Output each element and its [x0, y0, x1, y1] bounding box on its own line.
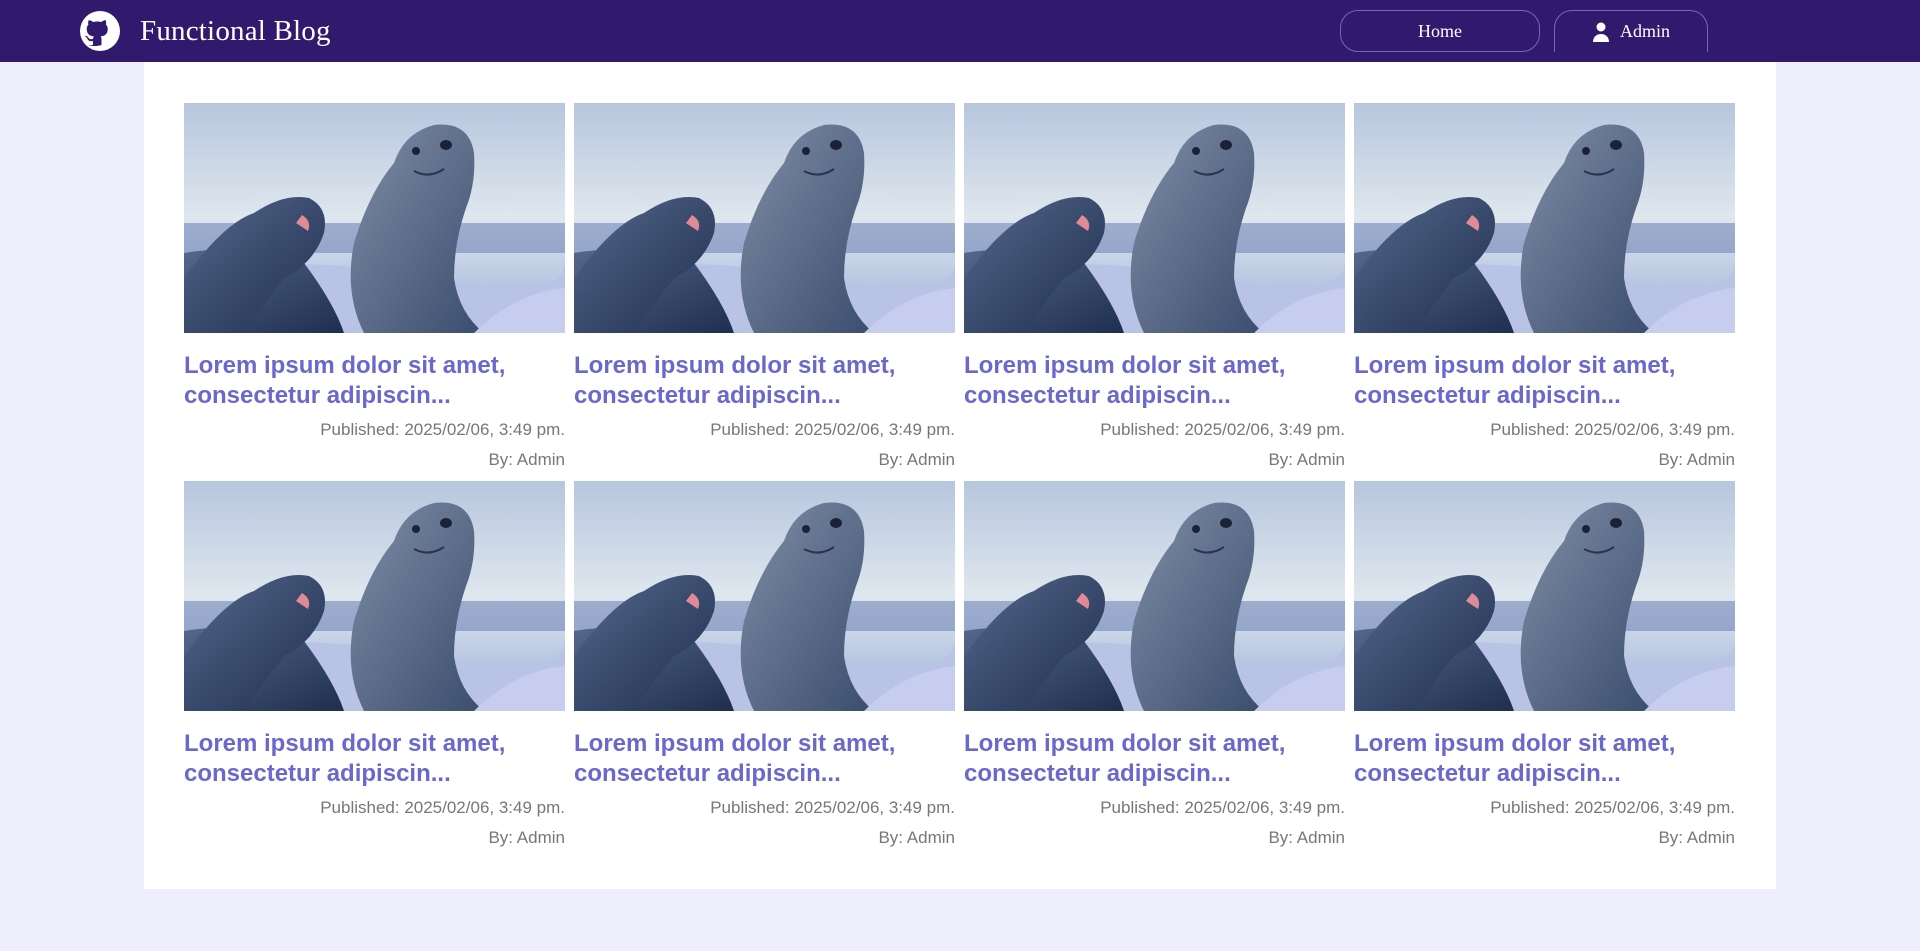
post-title[interactable]: Lorem ipsum dolor sit amet, consectetur … — [184, 729, 565, 789]
post-title[interactable]: Lorem ipsum dolor sit amet, consectetur … — [184, 351, 565, 411]
posts-grid: Lorem ipsum dolor sit amet, consectetur … — [184, 103, 1736, 848]
nav-admin-button[interactable]: Admin — [1554, 10, 1708, 52]
post-published: Published: 2025/02/06, 3:49 pm. — [1490, 420, 1735, 439]
post-author: By: Admin — [488, 828, 565, 847]
post-published: Published: 2025/02/06, 3:49 pm. — [710, 420, 955, 439]
post-title[interactable]: Lorem ipsum dolor sit amet, consectetur … — [1354, 351, 1735, 411]
post-author: By: Admin — [878, 450, 955, 469]
post-card[interactable]: Lorem ipsum dolor sit amet, consectetur … — [964, 103, 1345, 470]
post-thumbnail[interactable] — [184, 481, 565, 711]
post-thumbnail[interactable] — [1354, 103, 1735, 333]
post-title[interactable]: Lorem ipsum dolor sit amet, consectetur … — [1354, 729, 1735, 789]
post-title[interactable]: Lorem ipsum dolor sit amet, consectetur … — [574, 351, 955, 411]
nav-home-button[interactable]: Home — [1340, 10, 1540, 52]
post-published: Published: 2025/02/06, 3:49 pm. — [320, 420, 565, 439]
post-published: Published: 2025/02/06, 3:49 pm. — [710, 798, 955, 817]
post-published: Published: 2025/02/06, 3:49 pm. — [1100, 420, 1345, 439]
post-thumbnail[interactable] — [574, 103, 955, 333]
post-author: By: Admin — [1658, 828, 1735, 847]
post-thumbnail[interactable] — [964, 103, 1345, 333]
post-thumbnail[interactable] — [1354, 481, 1735, 711]
post-card[interactable]: Lorem ipsum dolor sit amet, consectetur … — [964, 481, 1345, 848]
post-author: By: Admin — [1268, 450, 1345, 469]
user-icon — [1592, 22, 1609, 42]
post-card[interactable]: Lorem ipsum dolor sit amet, consectetur … — [1354, 103, 1735, 470]
post-title[interactable]: Lorem ipsum dolor sit amet, consectetur … — [964, 729, 1345, 789]
post-card[interactable]: Lorem ipsum dolor sit amet, consectetur … — [574, 103, 955, 470]
post-author: By: Admin — [1268, 828, 1345, 847]
post-thumbnail[interactable] — [184, 103, 565, 333]
top-navbar: Functional Blog Home Admin — [0, 0, 1920, 62]
post-author: By: Admin — [878, 828, 955, 847]
post-card[interactable]: Lorem ipsum dolor sit amet, consectetur … — [1354, 481, 1735, 848]
post-title[interactable]: Lorem ipsum dolor sit amet, consectetur … — [964, 351, 1345, 411]
nav-admin-label: Admin — [1619, 21, 1670, 41]
site-title: Functional Blog — [140, 14, 331, 47]
post-card[interactable]: Lorem ipsum dolor sit amet, consectetur … — [184, 103, 565, 470]
post-published: Published: 2025/02/06, 3:49 pm. — [320, 798, 565, 817]
posts-panel: Lorem ipsum dolor sit amet, consectetur … — [144, 62, 1776, 889]
post-card[interactable]: Lorem ipsum dolor sit amet, consectetur … — [184, 481, 565, 848]
brand[interactable]: Functional Blog — [80, 10, 331, 52]
post-thumbnail[interactable] — [574, 481, 955, 711]
post-published: Published: 2025/02/06, 3:49 pm. — [1100, 798, 1345, 817]
post-title[interactable]: Lorem ipsum dolor sit amet, consectetur … — [574, 729, 955, 789]
github-icon — [80, 11, 120, 51]
post-card[interactable]: Lorem ipsum dolor sit amet, consectetur … — [574, 481, 955, 848]
post-author: By: Admin — [1658, 450, 1735, 469]
post-published: Published: 2025/02/06, 3:49 pm. — [1490, 798, 1735, 817]
post-thumbnail[interactable] — [964, 481, 1345, 711]
post-author: By: Admin — [488, 450, 565, 469]
